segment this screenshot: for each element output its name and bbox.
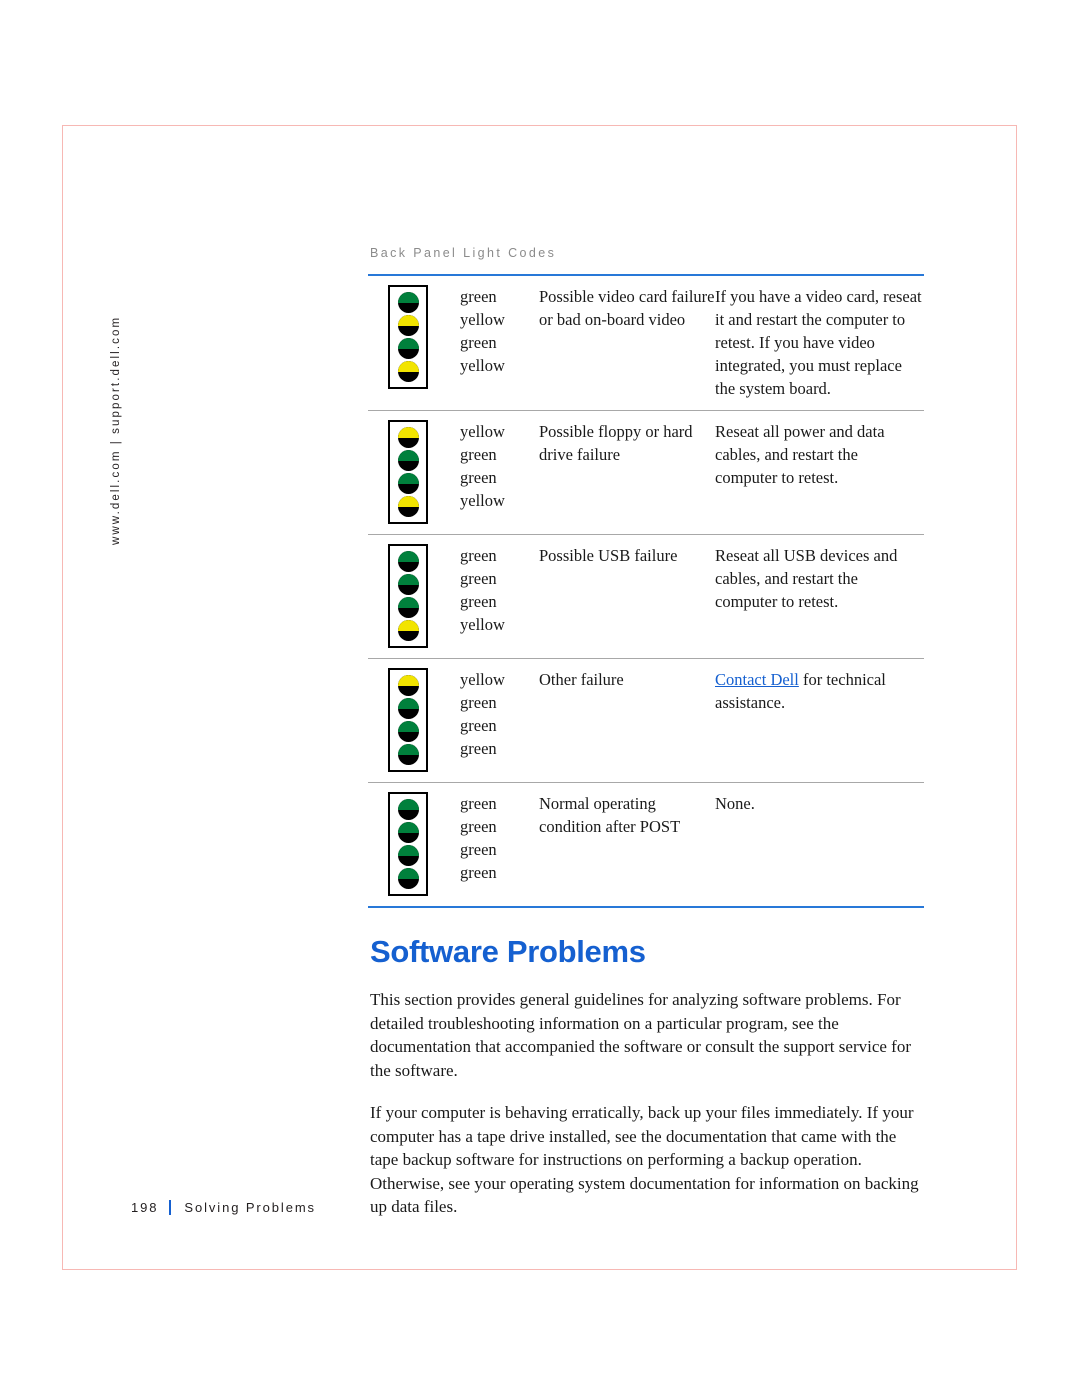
led-color-label: green xyxy=(460,840,497,859)
problem-description-cell: Normal operating condition after POST xyxy=(539,782,715,908)
suggested-action-cell: Reseat all power and data cables, and re… xyxy=(715,410,924,535)
suggested-action-cell: None. xyxy=(715,782,924,908)
page-content: Back Panel Light Codes green yellow gree… xyxy=(368,246,924,1238)
side-url-watermark: www.dell.com | support.dell.com xyxy=(110,315,122,545)
led-light-yellow xyxy=(397,620,419,641)
led-color-label: yellow xyxy=(460,615,505,634)
suggested-action-cell: Reseat all USB devices and cables, and r… xyxy=(715,534,924,659)
led-color-list-cell: green green green green xyxy=(460,782,539,908)
led-panel-graphic xyxy=(388,668,428,772)
led-color-label: green xyxy=(460,569,497,588)
problem-description-cell: Possible floppy or hard drive failure xyxy=(539,410,715,535)
led-color-label: green xyxy=(460,863,497,882)
table-row: yellow green green yellow Possible flopp… xyxy=(368,410,924,535)
led-panel-graphic xyxy=(388,544,428,648)
led-light-green xyxy=(397,338,419,359)
led-color-label: green xyxy=(460,468,497,487)
led-panel-graphic xyxy=(388,285,428,389)
led-light-yellow xyxy=(397,315,419,336)
led-color-label: green xyxy=(460,817,497,836)
led-light-green xyxy=(397,845,419,866)
led-light-green xyxy=(397,721,419,742)
led-panel-graphic xyxy=(388,792,428,896)
body-paragraph: This section provides general guidelines… xyxy=(370,990,911,1080)
led-light-green xyxy=(397,551,419,572)
body-paragraph: If your computer is behaving erratically… xyxy=(370,1103,919,1216)
led-color-label: green xyxy=(460,287,497,306)
led-color-label: green xyxy=(460,445,497,464)
footer-separator xyxy=(169,1200,172,1215)
led-indicator-cell xyxy=(368,410,460,535)
led-light-yellow xyxy=(397,427,419,448)
led-light-yellow xyxy=(397,496,419,517)
table-row: green green green yellow Possible USB fa… xyxy=(368,534,924,659)
led-light-green xyxy=(397,799,419,820)
footer-page-number: 198 xyxy=(131,1200,159,1215)
problem-description-cell: Other failure xyxy=(539,658,715,783)
table-row: green yellow green yellow Possible video… xyxy=(368,274,924,411)
led-light-green xyxy=(397,597,419,618)
suggested-action-cell: If you have a video card, reseat it and … xyxy=(715,274,924,411)
led-panel-graphic xyxy=(388,420,428,524)
led-color-label: yellow xyxy=(460,670,505,689)
led-light-green xyxy=(397,698,419,719)
led-color-label: yellow xyxy=(460,310,505,329)
led-color-label: yellow xyxy=(460,491,505,510)
contact-dell-link[interactable]: Contact Dell xyxy=(715,670,799,689)
led-color-label: yellow xyxy=(460,422,505,441)
problem-description-cell: Possible USB failure xyxy=(539,534,715,659)
running-head: Back Panel Light Codes xyxy=(370,246,557,260)
led-color-list-cell: green yellow green yellow xyxy=(460,274,539,411)
back-panel-light-codes-table: green yellow green yellow Possible video… xyxy=(368,274,924,908)
led-light-green xyxy=(397,292,419,313)
suggested-action-cell: Contact Dell for technical assistance. xyxy=(715,658,924,783)
led-indicator-cell xyxy=(368,274,460,411)
footer-section-name: Solving Problems xyxy=(184,1200,316,1215)
led-light-green xyxy=(397,574,419,595)
led-color-label: yellow xyxy=(460,356,505,375)
led-color-label: green xyxy=(460,546,497,565)
led-light-green xyxy=(397,473,419,494)
led-color-label: green xyxy=(460,592,497,611)
led-color-label: green xyxy=(460,794,497,813)
led-light-yellow xyxy=(397,361,419,382)
problem-description-cell: Possible video card failure or bad on-bo… xyxy=(539,274,715,411)
led-light-green xyxy=(397,450,419,471)
led-indicator-cell xyxy=(368,782,460,908)
led-color-label: green xyxy=(460,333,497,352)
led-light-yellow xyxy=(397,675,419,696)
section-heading: Software Problems xyxy=(370,934,646,969)
led-color-list-cell: green green green yellow xyxy=(460,534,539,659)
led-light-green xyxy=(397,822,419,843)
table-body: green yellow green yellow Possible video… xyxy=(368,274,924,908)
table-row: yellow green green green Other failure C… xyxy=(368,658,924,783)
led-color-label: green xyxy=(460,716,497,735)
led-light-green xyxy=(397,868,419,889)
led-indicator-cell xyxy=(368,658,460,783)
table-row: green green green green Normal operating… xyxy=(368,782,924,908)
page-footer: 198 Solving Problems xyxy=(131,1200,316,1215)
led-color-label: green xyxy=(460,739,497,758)
led-color-list-cell: yellow green green green xyxy=(460,658,539,783)
led-color-list-cell: yellow green green yellow xyxy=(460,410,539,535)
led-light-green xyxy=(397,744,419,765)
led-color-label: green xyxy=(460,693,497,712)
led-indicator-cell xyxy=(368,534,460,659)
